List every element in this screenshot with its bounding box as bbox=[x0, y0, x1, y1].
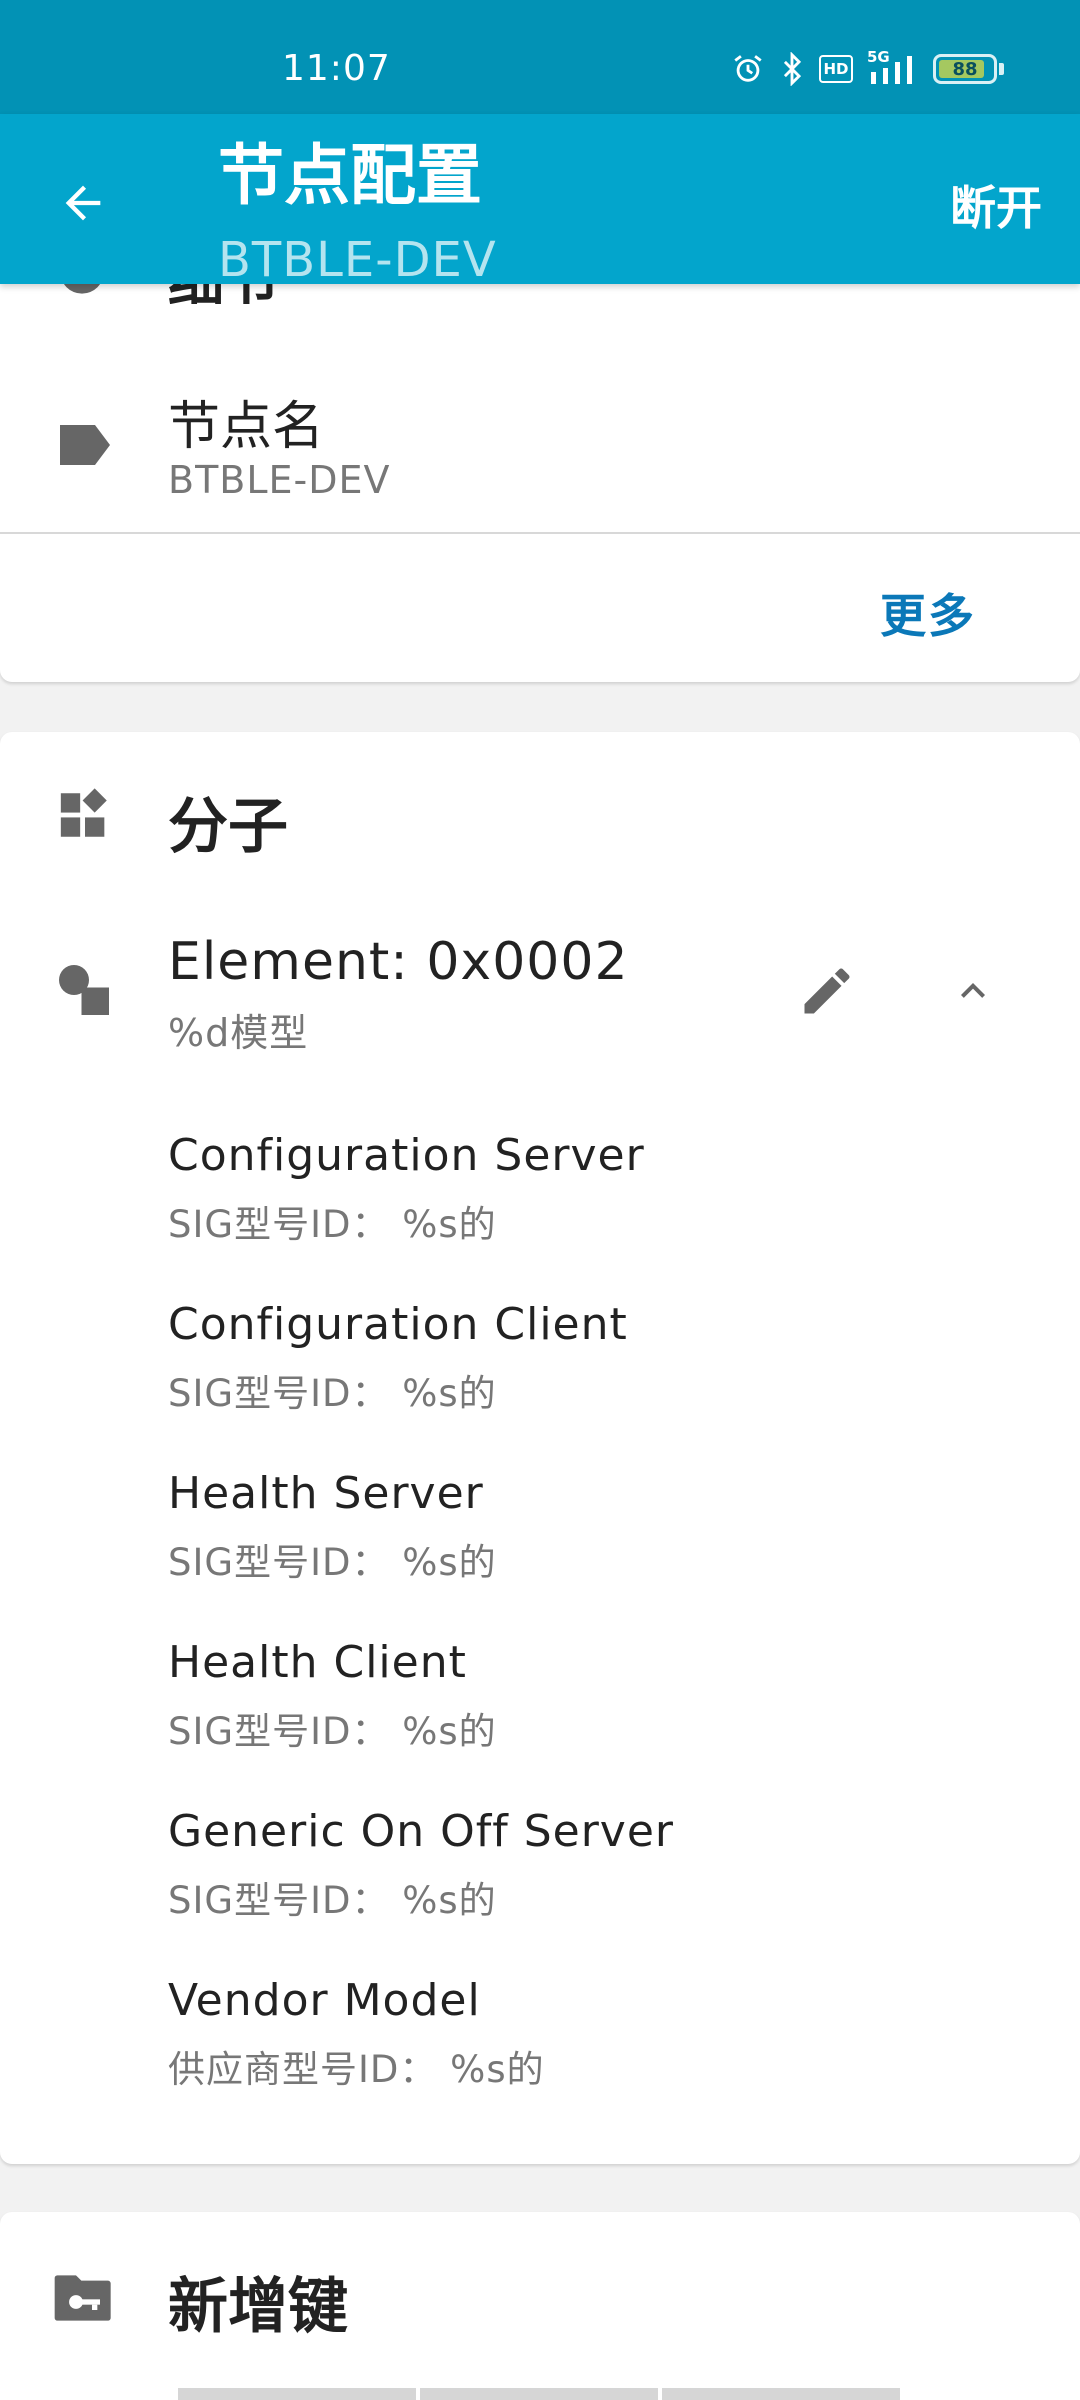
alarm-icon bbox=[734, 55, 762, 82]
edit-icon bbox=[804, 968, 850, 1014]
edit-element-button[interactable] bbox=[790, 954, 864, 1028]
model-item[interactable]: Configuration Server SIG型号ID： %s的 bbox=[0, 1120, 1080, 1270]
model-name: Health Server bbox=[168, 1468, 484, 1519]
model-name: Health Client bbox=[168, 1637, 467, 1688]
signal-icon: 5G bbox=[867, 48, 919, 86]
back-button[interactable] bbox=[48, 168, 118, 238]
key-tabs[interactable] bbox=[178, 2388, 900, 2400]
disconnect-button[interactable]: 断开 bbox=[950, 172, 1042, 238]
keys-title: 新增键 bbox=[168, 2272, 348, 2342]
model-id: SIG型号ID： %s的 bbox=[168, 1372, 497, 1415]
model-name: Vendor Model bbox=[168, 1975, 481, 2026]
screen: 11:07 HD 5G 88 节点配置 BTBLE-DEV 断开 细节 bbox=[0, 0, 1080, 2400]
status-icons: HD 5G 88 bbox=[731, 48, 1004, 86]
model-id: SIG型号ID： %s的 bbox=[168, 1541, 497, 1584]
model-item[interactable]: Configuration Client SIG型号ID： %s的 bbox=[0, 1289, 1080, 1439]
model-item[interactable]: Generic On Off Server SIG型号ID： %s的 bbox=[0, 1796, 1080, 1946]
status-time: 11:07 bbox=[282, 48, 391, 89]
model-item[interactable]: Health Client SIG型号ID： %s的 bbox=[0, 1627, 1080, 1777]
folder-key-icon bbox=[54, 2275, 111, 2321]
more-button[interactable]: 更多 bbox=[880, 580, 976, 646]
node-name-label: 节点名 bbox=[168, 397, 325, 457]
chevron-up-icon bbox=[961, 983, 985, 998]
divider bbox=[0, 532, 1080, 534]
model-item[interactable]: Vendor Model 供应商型号ID： %s的 bbox=[0, 1965, 1080, 2115]
battery-level: 88 bbox=[952, 58, 978, 80]
hd-icon: HD bbox=[819, 55, 853, 83]
element-model-count: %d模型 bbox=[168, 1011, 309, 1055]
page-title: 节点配置 bbox=[218, 137, 482, 214]
node-name-value: BTBLE-DEV bbox=[168, 458, 391, 502]
arrow-back-icon bbox=[65, 185, 101, 221]
model-item[interactable]: Health Server SIG型号ID： %s的 bbox=[0, 1458, 1080, 1608]
page-subtitle: BTBLE-DEV bbox=[218, 232, 497, 284]
key-tab[interactable] bbox=[662, 2388, 900, 2400]
model-id: SIG型号ID： %s的 bbox=[168, 1203, 497, 1246]
label-icon bbox=[60, 425, 110, 465]
model-id: 供应商型号ID： %s的 bbox=[168, 2048, 545, 2091]
element-icon bbox=[59, 965, 109, 1015]
node-name-row[interactable]: 节点名 BTBLE-DEV bbox=[0, 370, 1080, 530]
key-tab[interactable] bbox=[178, 2388, 416, 2400]
key-tab[interactable] bbox=[420, 2388, 658, 2400]
bluetooth-icon bbox=[783, 52, 802, 86]
battery-icon: 88 bbox=[933, 54, 1004, 84]
keys-card bbox=[0, 2212, 1080, 2400]
model-id: SIG型号ID： %s的 bbox=[168, 1879, 497, 1922]
model-name: Configuration Server bbox=[168, 1130, 645, 1181]
widgets-icon bbox=[60, 788, 107, 837]
model-name: Configuration Client bbox=[168, 1299, 628, 1350]
details-header: 细节 bbox=[168, 284, 280, 304]
model-name: Generic On Off Server bbox=[168, 1806, 675, 1857]
model-id: SIG型号ID： %s的 bbox=[168, 1710, 497, 1753]
elements-title: 分子 bbox=[168, 792, 288, 862]
element-name: Element: 0x0002 bbox=[168, 932, 629, 992]
status-bar: 11:07 HD 5G 88 bbox=[0, 0, 1080, 114]
info-icon bbox=[56, 284, 108, 300]
collapse-element-button[interactable] bbox=[936, 954, 1010, 1028]
app-bar: 节点配置 BTBLE-DEV 断开 bbox=[0, 114, 1080, 284]
